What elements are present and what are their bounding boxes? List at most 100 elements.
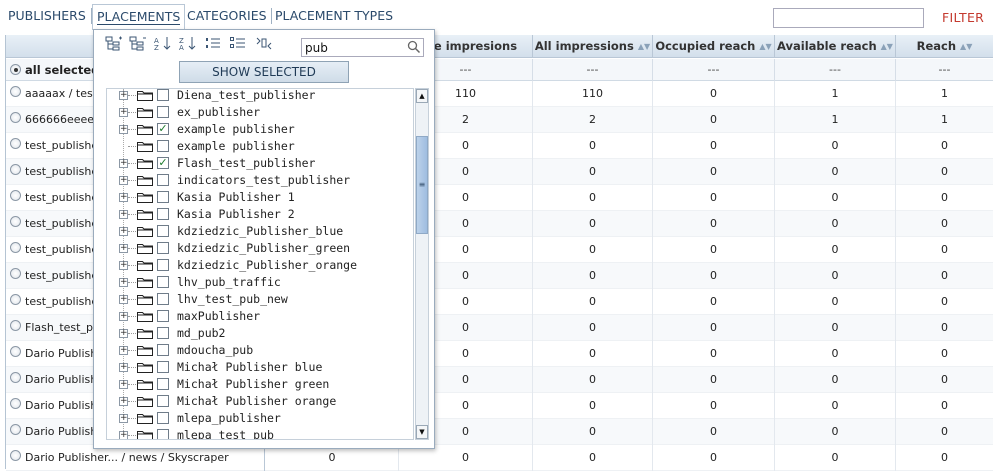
placement-checkbox[interactable] xyxy=(157,412,169,424)
radio-button[interactable] xyxy=(10,138,21,149)
radio-button[interactable] xyxy=(10,268,21,279)
column-header-reach[interactable]: Reach ▲▼ xyxy=(896,35,993,58)
tree-item[interactable]: + Michał Publisher blue xyxy=(107,359,413,376)
radio-button[interactable] xyxy=(10,294,21,305)
tree-item[interactable]: + Kasia Publisher 2 xyxy=(107,206,413,223)
tree-item[interactable]: + mlepa_test_pub xyxy=(107,427,413,439)
tree-item[interactable]: + Diena_test_publisher xyxy=(107,89,413,104)
placement-checkbox[interactable] xyxy=(157,293,169,305)
filter-button[interactable]: FILTER xyxy=(942,10,984,25)
radio-button[interactable] xyxy=(10,164,21,175)
tree-item[interactable]: + mlepa_publisher xyxy=(107,410,413,427)
radio-button[interactable] xyxy=(10,398,21,409)
placement-checkbox[interactable] xyxy=(157,310,169,322)
expand-plus-icon[interactable]: + xyxy=(119,125,128,134)
placement-checkbox[interactable] xyxy=(157,429,169,439)
expand-plus-icon[interactable]: + xyxy=(119,363,128,372)
expand-plus-icon[interactable]: + xyxy=(119,329,128,338)
placement-checkbox[interactable] xyxy=(157,361,169,373)
expand-plus-icon[interactable]: + xyxy=(119,193,128,202)
placement-checkbox[interactable] xyxy=(157,174,169,186)
tree-item[interactable]: + ✓ Flash_test_publisher xyxy=(107,155,413,172)
expand-all-icon[interactable] xyxy=(104,36,124,52)
scroll-thumb[interactable]: ≡ xyxy=(416,136,428,234)
placement-checkbox[interactable]: ✓ xyxy=(157,123,169,135)
radio-button[interactable] xyxy=(10,320,21,331)
placement-checkbox[interactable] xyxy=(157,191,169,203)
radio-button[interactable] xyxy=(10,190,21,201)
tree-item[interactable]: + Kasia Publisher 1 xyxy=(107,189,413,206)
tab-publishers[interactable]: PUBLISHERS xyxy=(8,8,86,24)
tree-item[interactable]: + lhv_pub_traffic xyxy=(107,274,413,291)
placement-checkbox[interactable] xyxy=(157,259,169,271)
placement-checkbox[interactable] xyxy=(157,89,169,101)
placement-checkbox[interactable] xyxy=(157,225,169,237)
tree-item[interactable]: + mdoucha_pub xyxy=(107,342,413,359)
filter-input[interactable] xyxy=(773,8,924,28)
tree-item[interactable]: + lhv_test_pub_new xyxy=(107,291,413,308)
expand-plus-icon[interactable]: + xyxy=(119,227,128,236)
radio-button[interactable] xyxy=(10,346,21,357)
radio-button[interactable] xyxy=(10,424,21,435)
tree-item[interactable]: + ✓ example publisher xyxy=(107,121,413,138)
invert-selection-icon[interactable] xyxy=(254,36,274,52)
tree-item[interactable]: + kdziedzic_Publisher_blue xyxy=(107,223,413,240)
placement-checkbox[interactable] xyxy=(157,344,169,356)
placement-checkbox[interactable] xyxy=(157,378,169,390)
expand-plus-icon[interactable]: + xyxy=(119,397,128,406)
collapse-all-icon[interactable] xyxy=(128,36,148,52)
placement-search-input[interactable] xyxy=(301,38,424,57)
radio-button[interactable] xyxy=(10,216,21,227)
expand-plus-icon[interactable]: + xyxy=(119,244,128,253)
expand-plus-icon[interactable]: + xyxy=(119,414,128,423)
tab-placement-types[interactable]: PLACEMENT TYPES xyxy=(275,8,393,24)
tree-item[interactable]: + maxPublisher xyxy=(107,308,413,325)
column-header-available-reach[interactable]: Available reach ▲▼ xyxy=(775,35,896,58)
expand-plus-icon[interactable]: + xyxy=(119,312,128,321)
expand-plus-icon[interactable]: + xyxy=(119,108,128,117)
placement-checkbox[interactable] xyxy=(157,276,169,288)
expand-plus-icon[interactable]: + xyxy=(119,431,128,439)
column-header-all-impressions[interactable]: All impressions ▲▼ xyxy=(533,35,653,58)
placement-checkbox[interactable] xyxy=(157,208,169,220)
radio-button[interactable] xyxy=(10,112,21,123)
placement-checkbox[interactable] xyxy=(157,140,169,152)
expand-plus-icon[interactable]: + xyxy=(119,346,128,355)
tab-categories[interactable]: CATEGORIES xyxy=(187,8,267,24)
placement-checkbox[interactable] xyxy=(157,327,169,339)
tree-item[interactable]: + indicators_test_publisher xyxy=(107,172,413,189)
expand-plus-icon[interactable]: + xyxy=(119,91,128,100)
tree-scrollbar[interactable]: ▲ ≡ ▼ xyxy=(415,88,429,440)
tree-item[interactable]: + Michał Publisher orange xyxy=(107,393,413,410)
scroll-down-arrow-icon[interactable]: ▼ xyxy=(416,425,428,439)
radio-button[interactable] xyxy=(10,242,21,253)
expand-plus-icon[interactable]: + xyxy=(119,176,128,185)
sort-az-icon[interactable]: AZ xyxy=(153,36,173,52)
tree-item[interactable]: + kdziedzic_Publisher_orange xyxy=(107,257,413,274)
expand-plus-icon[interactable]: + xyxy=(119,210,128,219)
tree-item[interactable]: example publisher xyxy=(107,138,413,155)
expand-plus-icon[interactable]: + xyxy=(119,295,128,304)
expand-plus-icon[interactable]: + xyxy=(119,261,128,270)
radio-button[interactable] xyxy=(10,64,21,75)
radio-button[interactable] xyxy=(10,450,21,461)
tab-placements[interactable]: PLACEMENTS xyxy=(92,4,186,30)
uncheck-list-icon[interactable] xyxy=(228,36,248,52)
tree-item[interactable]: + md_pub2 xyxy=(107,325,413,342)
column-header-occupied-reach[interactable]: Occupied reach ▲▼ xyxy=(653,35,775,58)
tree-item[interactable]: + Michał Publisher green xyxy=(107,376,413,393)
placement-checkbox[interactable] xyxy=(157,106,169,118)
radio-button[interactable] xyxy=(10,372,21,383)
expand-plus-icon[interactable]: + xyxy=(119,159,128,168)
show-selected-button[interactable]: SHOW SELECTED xyxy=(179,61,349,83)
expand-plus-icon[interactable]: + xyxy=(119,278,128,287)
radio-button[interactable] xyxy=(10,86,21,97)
search-icon[interactable] xyxy=(407,40,421,54)
check-list-icon[interactable] xyxy=(203,36,223,52)
tree-item[interactable]: + kdziedzic_Publisher_green xyxy=(107,240,413,257)
expand-plus-icon[interactable]: + xyxy=(119,380,128,389)
sort-za-icon[interactable]: ZA xyxy=(178,36,198,52)
tree-item[interactable]: + ex_publisher xyxy=(107,104,413,121)
scroll-up-arrow-icon[interactable]: ▲ xyxy=(416,89,428,103)
placement-checkbox[interactable] xyxy=(157,395,169,407)
